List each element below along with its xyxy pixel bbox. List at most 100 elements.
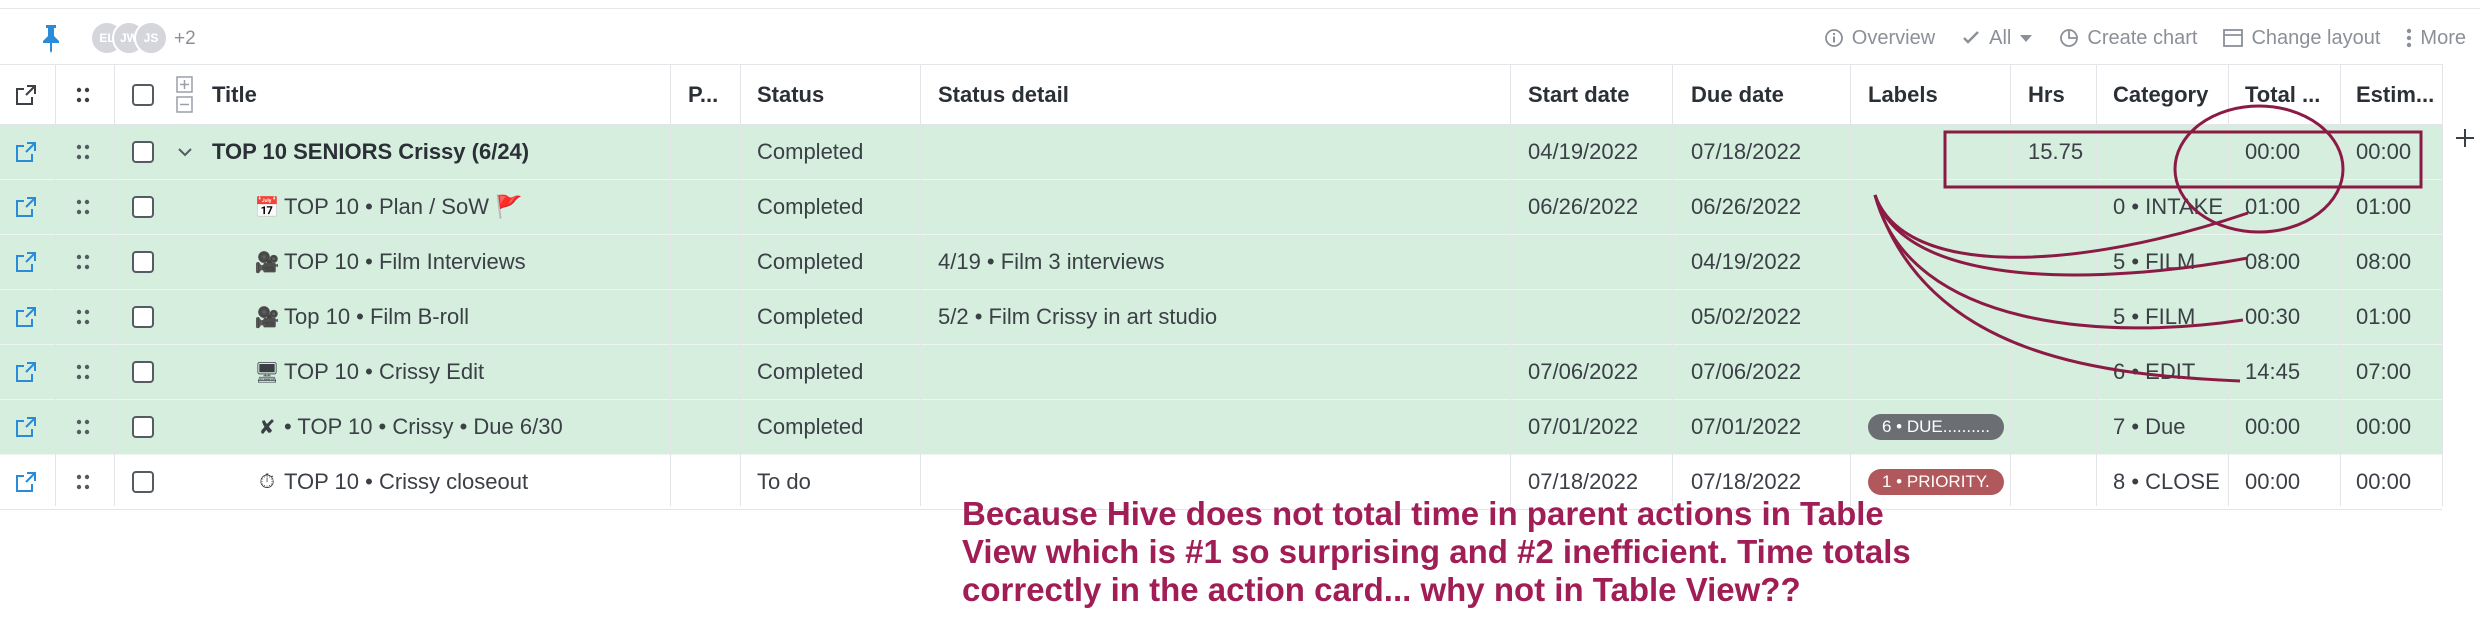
drag-handle-icon[interactable]: [56, 455, 110, 509]
status-cell[interactable]: Completed: [757, 235, 917, 289]
estimate-cell[interactable]: 08:00: [2356, 235, 2442, 289]
total-cell[interactable]: 00:30: [2245, 290, 2345, 344]
hrs-cell[interactable]: [2028, 345, 2088, 399]
status-cell[interactable]: Completed: [757, 125, 917, 179]
row-title[interactable]: ✘ • TOP 10 • Crissy • Due 6/30: [212, 400, 667, 454]
label-badge[interactable]: 1 • PRIORITY.: [1868, 469, 2004, 495]
drag-handle-icon[interactable]: [56, 180, 110, 234]
col-header-p[interactable]: P...: [688, 65, 738, 124]
drag-handle-icon[interactable]: [56, 290, 110, 344]
due-date-cell[interactable]: 04/19/2022: [1691, 235, 1851, 289]
status-cell[interactable]: Completed: [757, 180, 917, 234]
table-row[interactable]: ✘ • TOP 10 • Crissy • Due 6/30 Completed …: [0, 400, 2442, 455]
row-checkbox[interactable]: [120, 290, 166, 344]
more-menu-button[interactable]: More: [2406, 27, 2466, 50]
category-cell[interactable]: 0 • INTAKE: [2113, 180, 2231, 234]
total-cell[interactable]: 00:00: [2245, 400, 2345, 454]
row-checkbox[interactable]: [120, 400, 166, 454]
row-checkbox[interactable]: [120, 125, 166, 179]
drag-handle-icon[interactable]: [56, 345, 110, 399]
start-date-cell[interactable]: [1528, 235, 1668, 289]
open-action-icon[interactable]: [0, 290, 52, 344]
due-date-cell[interactable]: 07/18/2022: [1691, 125, 1851, 179]
open-action-icon[interactable]: [0, 125, 52, 179]
row-title[interactable]: ⏱ TOP 10 • Crissy closeout: [212, 455, 667, 509]
row-checkbox[interactable]: [120, 455, 166, 509]
open-action-icon[interactable]: [0, 455, 52, 509]
category-cell[interactable]: 8 • CLOSE: [2113, 455, 2231, 509]
row-checkbox[interactable]: [120, 235, 166, 289]
table-row[interactable]: 🖥 TOP 10 • Crissy Edit Completed 07/06/20…: [0, 345, 2442, 400]
open-action-icon[interactable]: [0, 400, 52, 454]
labels-cell[interactable]: [1868, 180, 2008, 234]
due-date-cell[interactable]: 07/01/2022: [1691, 400, 1851, 454]
add-column-icon[interactable]: [2454, 127, 2476, 149]
estimate-cell[interactable]: 07:00: [2356, 345, 2442, 399]
start-date-cell[interactable]: 06/26/2022: [1528, 180, 1668, 234]
due-date-cell[interactable]: 06/26/2022: [1691, 180, 1851, 234]
status-detail-cell[interactable]: [938, 180, 1498, 234]
estimate-cell[interactable]: 00:00: [2356, 400, 2442, 454]
table-row[interactable]: 🎥 TOP 10 • Film Interviews Completed 4/19…: [0, 235, 2442, 290]
drag-handle-icon[interactable]: [56, 125, 110, 179]
status-detail-cell[interactable]: [938, 345, 1498, 399]
estimate-cell[interactable]: 00:00: [2356, 455, 2442, 509]
status-cell[interactable]: Completed: [757, 290, 917, 344]
row-title[interactable]: 🎥 TOP 10 • Film Interviews: [212, 235, 667, 289]
open-all-icon[interactable]: [0, 65, 52, 124]
category-cell[interactable]: 5 • FILM: [2113, 290, 2231, 344]
col-header-status[interactable]: Status: [757, 65, 917, 124]
status-detail-cell[interactable]: [938, 400, 1498, 454]
total-cell[interactable]: 08:00: [2245, 235, 2345, 289]
table-row[interactable]: TOP 10 SENIORS Crissy (6/24) Completed 0…: [0, 125, 2442, 180]
chevron-down-icon[interactable]: [170, 125, 200, 179]
row-title[interactable]: TOP 10 SENIORS Crissy (6/24): [212, 125, 667, 179]
hrs-cell[interactable]: [2028, 180, 2088, 234]
col-header-estimate[interactable]: Estim...: [2356, 65, 2442, 124]
change-layout-button[interactable]: Change layout: [2223, 27, 2380, 50]
hrs-cell[interactable]: [2028, 400, 2088, 454]
labels-cell[interactable]: [1868, 125, 2008, 179]
col-header-due-date[interactable]: Due date: [1691, 65, 1851, 124]
col-header-hrs[interactable]: Hrs: [2028, 65, 2088, 124]
total-cell[interactable]: 00:00: [2245, 455, 2345, 509]
due-date-cell[interactable]: 07/06/2022: [1691, 345, 1851, 399]
category-cell[interactable]: 5 • FILM: [2113, 235, 2231, 289]
row-title[interactable]: 📅 TOP 10 • Plan / SoW 🚩: [212, 180, 667, 234]
expand-collapse-all[interactable]: [170, 65, 200, 124]
start-date-cell[interactable]: [1528, 290, 1668, 344]
select-all-checkbox[interactable]: [120, 65, 166, 124]
col-header-total[interactable]: Total ...: [2245, 65, 2345, 124]
row-title[interactable]: 🖥 TOP 10 • Crissy Edit: [212, 345, 667, 399]
total-cell[interactable]: 01:00: [2245, 180, 2345, 234]
labels-cell[interactable]: [1868, 345, 2008, 399]
col-header-labels[interactable]: Labels: [1868, 65, 2008, 124]
avatar[interactable]: JS: [134, 21, 168, 55]
col-header-category[interactable]: Category: [2113, 65, 2231, 124]
overview-button[interactable]: Overview: [1824, 27, 1935, 50]
row-title[interactable]: 🎥 Top 10 • Film B-roll: [212, 290, 667, 344]
estimate-cell[interactable]: 00:00: [2356, 125, 2442, 179]
hrs-cell[interactable]: [2028, 290, 2088, 344]
labels-cell[interactable]: 6 • DUE..........: [1868, 400, 2008, 454]
start-date-cell[interactable]: 04/19/2022: [1528, 125, 1668, 179]
col-header-title[interactable]: Title: [212, 65, 667, 124]
row-checkbox[interactable]: [120, 345, 166, 399]
estimate-cell[interactable]: 01:00: [2356, 290, 2442, 344]
status-detail-cell[interactable]: 5/2 • Film Crissy in art studio: [938, 290, 1498, 344]
category-cell[interactable]: 7 • Due: [2113, 400, 2231, 454]
status-cell[interactable]: Completed: [757, 400, 917, 454]
category-cell[interactable]: [2113, 125, 2231, 179]
filter-dropdown[interactable]: All: [1961, 27, 2033, 50]
labels-cell[interactable]: [1868, 290, 2008, 344]
drag-handle-icon[interactable]: [56, 235, 110, 289]
start-date-cell[interactable]: 07/01/2022: [1528, 400, 1668, 454]
hrs-cell[interactable]: [2028, 235, 2088, 289]
table-row[interactable]: 📅 TOP 10 • Plan / SoW 🚩 Completed 06/26/2…: [0, 180, 2442, 235]
status-detail-cell[interactable]: [938, 125, 1498, 179]
col-header-start-date[interactable]: Start date: [1528, 65, 1668, 124]
row-checkbox[interactable]: [120, 180, 166, 234]
hrs-cell[interactable]: 15.75 h: [2028, 125, 2088, 179]
labels-cell[interactable]: [1868, 235, 2008, 289]
status-cell[interactable]: To do: [757, 455, 917, 509]
